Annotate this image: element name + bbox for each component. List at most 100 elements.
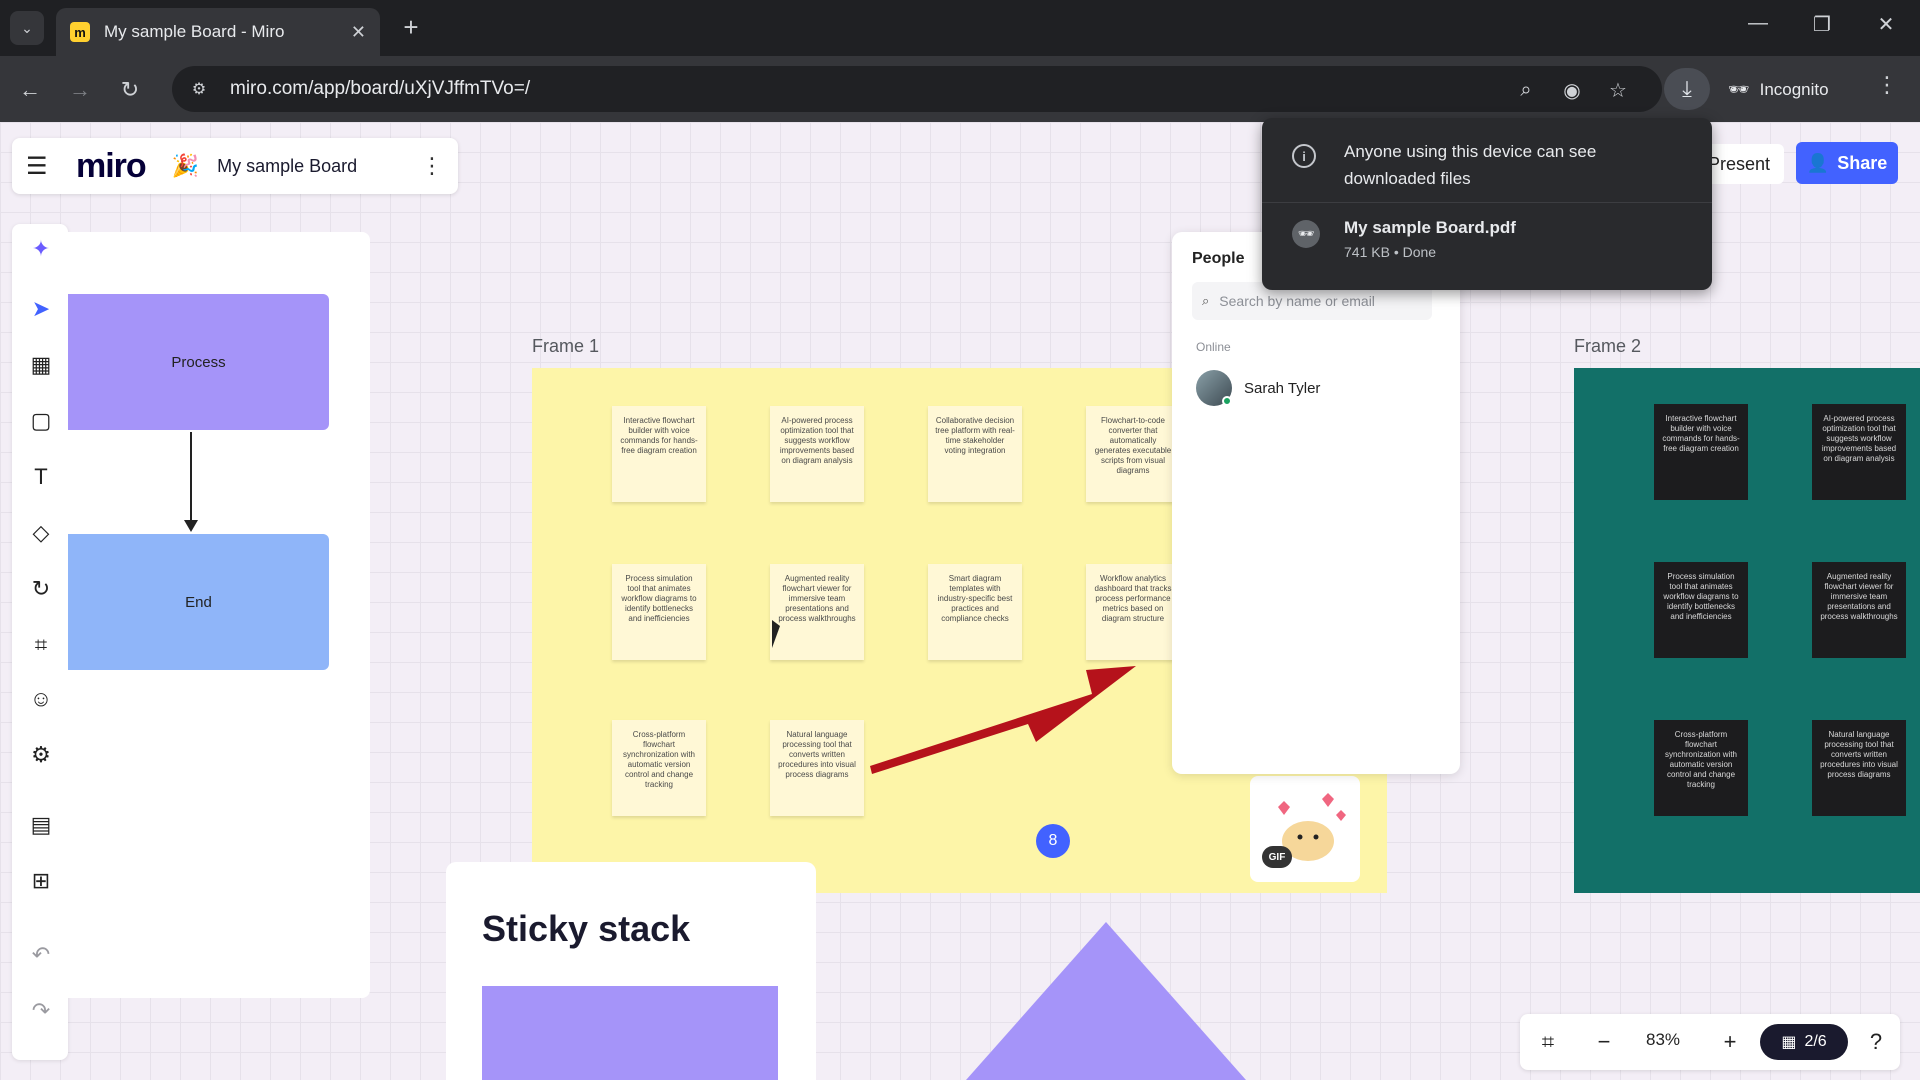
sticky-note[interactable]: Interactive flowchart builder with voice…	[612, 406, 706, 502]
stickers-icon[interactable]: ☺	[26, 684, 56, 714]
sticky-note[interactable]: Smart diagram templates with industry-sp…	[928, 564, 1022, 660]
tab-close-icon[interactable]: ✕	[351, 22, 366, 43]
frames-page-count: 2/6	[1804, 1033, 1827, 1050]
download-bubble: i Anyone using this device can see downl…	[1262, 118, 1712, 290]
undo-icon[interactable]: ↶	[26, 940, 56, 970]
board-emoji-icon: 🎉	[171, 153, 200, 178]
downloads-icon[interactable]: ⤓	[1664, 68, 1710, 110]
flow-connector-arrowhead	[184, 520, 198, 532]
gif-badge: GIF	[1262, 846, 1292, 868]
sticky-note[interactable]: Cross-platform flowchart synchronization…	[1654, 720, 1748, 816]
sticky-note[interactable]: Process simulation tool that animates wo…	[612, 564, 706, 660]
sticky-note[interactable]: AI-powered process optimization tool tha…	[770, 406, 864, 502]
restore-icon[interactable]: ❐	[1802, 12, 1842, 37]
browser-menu-icon[interactable]: ⋮	[1876, 72, 1898, 98]
search-icon: ⌕	[1202, 293, 1210, 308]
reload-icon[interactable]: ↻	[112, 72, 148, 108]
sticky-note[interactable]: Augmented reality flowchart viewer for i…	[770, 564, 864, 660]
integrations-icon[interactable]: ⚙	[26, 740, 56, 770]
triangle-shape[interactable]	[966, 922, 1246, 1080]
tracking-eye-off-icon[interactable]: ◉	[1558, 76, 1586, 104]
people-panel: People ⌕ Search by name or email Online …	[1172, 232, 1460, 774]
sticky-note[interactable]: Interactive flowchart builder with voice…	[1654, 404, 1748, 500]
sticky-note[interactable]: Flowchart-to-code converter that automat…	[1086, 406, 1180, 502]
mouse-cursor-icon	[772, 620, 780, 648]
flow-connector-line	[190, 432, 192, 522]
miro-favicon-icon: m	[70, 22, 90, 42]
redo-icon[interactable]: ↷	[26, 996, 56, 1026]
sticky-note[interactable]: Cross-platform flowchart synchronization…	[612, 720, 706, 816]
address-bar[interactable]: ⚙ miro.com/app/board/uXjVJffmTVo=/	[172, 66, 1662, 112]
main-menu-icon[interactable]: ☰	[26, 152, 60, 181]
fit-to-screen-icon[interactable]: ⌗	[1534, 1028, 1562, 1056]
online-status-dot	[1222, 396, 1232, 406]
left-toolbar: ✦ ➤ ▦ ▢ T ◇ ↻ ⌗ ☺ ⚙ ▤ ⊞ ↶ ↷	[12, 224, 68, 1060]
sticky-note[interactable]: Workflow analytics dashboard that tracks…	[1086, 564, 1180, 660]
sticky-stack-card[interactable]: Sticky stack	[446, 862, 816, 1080]
zoom-out-minus-icon[interactable]: −	[1590, 1028, 1618, 1056]
frame2-label[interactable]: Frame 2	[1574, 336, 1641, 357]
add-apps-plus-icon[interactable]: ⊞	[26, 866, 56, 896]
board-header: ☰ miro 🎉 My sample Board ⋮	[12, 138, 458, 194]
incognito-icon: 🕶	[1728, 80, 1750, 99]
zoom-in-plus-icon[interactable]: +	[1716, 1028, 1744, 1056]
incognito-label: Incognito	[1759, 80, 1829, 99]
help-icon[interactable]: ?	[1862, 1028, 1890, 1056]
frame1-label[interactable]: Frame 1	[532, 336, 599, 357]
download-file-name[interactable]: My sample Board.pdf	[1344, 218, 1516, 238]
online-label: Online	[1196, 340, 1231, 354]
sticky-note[interactable]: Natural language processing tool that co…	[770, 720, 864, 816]
incognito-indicator[interactable]: 🕶 Incognito	[1728, 72, 1829, 108]
new-tab-plus-icon[interactable]: +	[396, 12, 426, 42]
frames-navigator[interactable]: ▦ 2/6	[1760, 1024, 1848, 1060]
sticky-note[interactable]: AI-powered process optimization tool tha…	[1812, 404, 1906, 500]
shapes-icon[interactable]: ◇	[26, 518, 56, 548]
share-people-icon: 👤	[1806, 152, 1830, 173]
red-arrow[interactable]	[860, 650, 1140, 780]
browser-tab-bar: ⌄ m My sample Board - Miro ✕ + — ❐ ✕	[0, 0, 1920, 56]
frames-icon: ▦	[1781, 1034, 1797, 1051]
bookmark-star-icon[interactable]: ☆	[1604, 76, 1632, 104]
avatar	[1196, 370, 1232, 406]
browser-tab[interactable]: m My sample Board - Miro ✕	[56, 8, 380, 56]
tab-title: My sample Board - Miro	[104, 22, 285, 41]
sticky-note[interactable]: Process simulation tool that animates wo…	[1654, 562, 1748, 658]
process-shape[interactable]: Process	[68, 294, 329, 430]
board-name[interactable]: My sample Board	[217, 156, 420, 177]
person-name: Sarah Tyler	[1244, 379, 1321, 397]
board-options-icon[interactable]: ⋮	[420, 153, 444, 179]
sticky-note[interactable]: Augmented reality flowchart viewer for i…	[1812, 562, 1906, 658]
zoom-level[interactable]: 83%	[1646, 1030, 1680, 1050]
sticky-stack-note[interactable]	[482, 986, 778, 1080]
end-shape[interactable]: End	[68, 534, 329, 670]
tab-list-chevron-icon[interactable]: ⌄	[10, 11, 44, 45]
miro-logo[interactable]: miro	[76, 147, 147, 186]
select-cursor-icon[interactable]: ➤	[26, 294, 56, 324]
frame-icon[interactable]: ⌗	[26, 630, 56, 660]
forward-arrow-icon[interactable]: →	[62, 72, 98, 108]
zoom-bar: ⌗ − 83% + ▦ 2/6 ?	[1520, 1014, 1900, 1070]
text-tool-icon[interactable]: T	[26, 462, 56, 492]
search-placeholder: Search by name or email	[1219, 293, 1375, 309]
sticky-stack-title: Sticky stack	[482, 908, 691, 949]
share-button[interactable]: 👤 Share	[1796, 142, 1898, 184]
comment-count-badge[interactable]: 8	[1036, 824, 1070, 858]
sticky-note[interactable]: Natural language processing tool that co…	[1812, 720, 1906, 816]
site-settings-icon[interactable]: ⚙	[188, 78, 210, 100]
minimize-icon[interactable]: —	[1738, 12, 1778, 35]
table-icon[interactable]: ▤	[26, 810, 56, 840]
zoom-magnifier-icon[interactable]: ⌕	[1512, 76, 1540, 104]
connection-line-icon[interactable]: ↻	[26, 574, 56, 604]
templates-icon[interactable]: ▦	[26, 350, 56, 380]
person-row[interactable]: Sarah Tyler	[1196, 370, 1320, 406]
url-text: miro.com/app/board/uXjVJffmTVo=/	[230, 78, 531, 99]
back-arrow-icon[interactable]: ←	[12, 72, 48, 108]
incognito-file-icon: 🕶	[1292, 220, 1320, 248]
window-close-icon[interactable]: ✕	[1866, 12, 1906, 37]
divider	[1262, 202, 1712, 203]
sticky-note[interactable]: Collaborative decision tree platform wit…	[928, 406, 1022, 502]
sticky-note-icon[interactable]: ▢	[26, 406, 56, 436]
download-warning: Anyone using this device can see downloa…	[1344, 142, 1597, 189]
people-title: People	[1192, 250, 1245, 267]
ai-sparkle-icon[interactable]: ✦	[26, 234, 56, 264]
